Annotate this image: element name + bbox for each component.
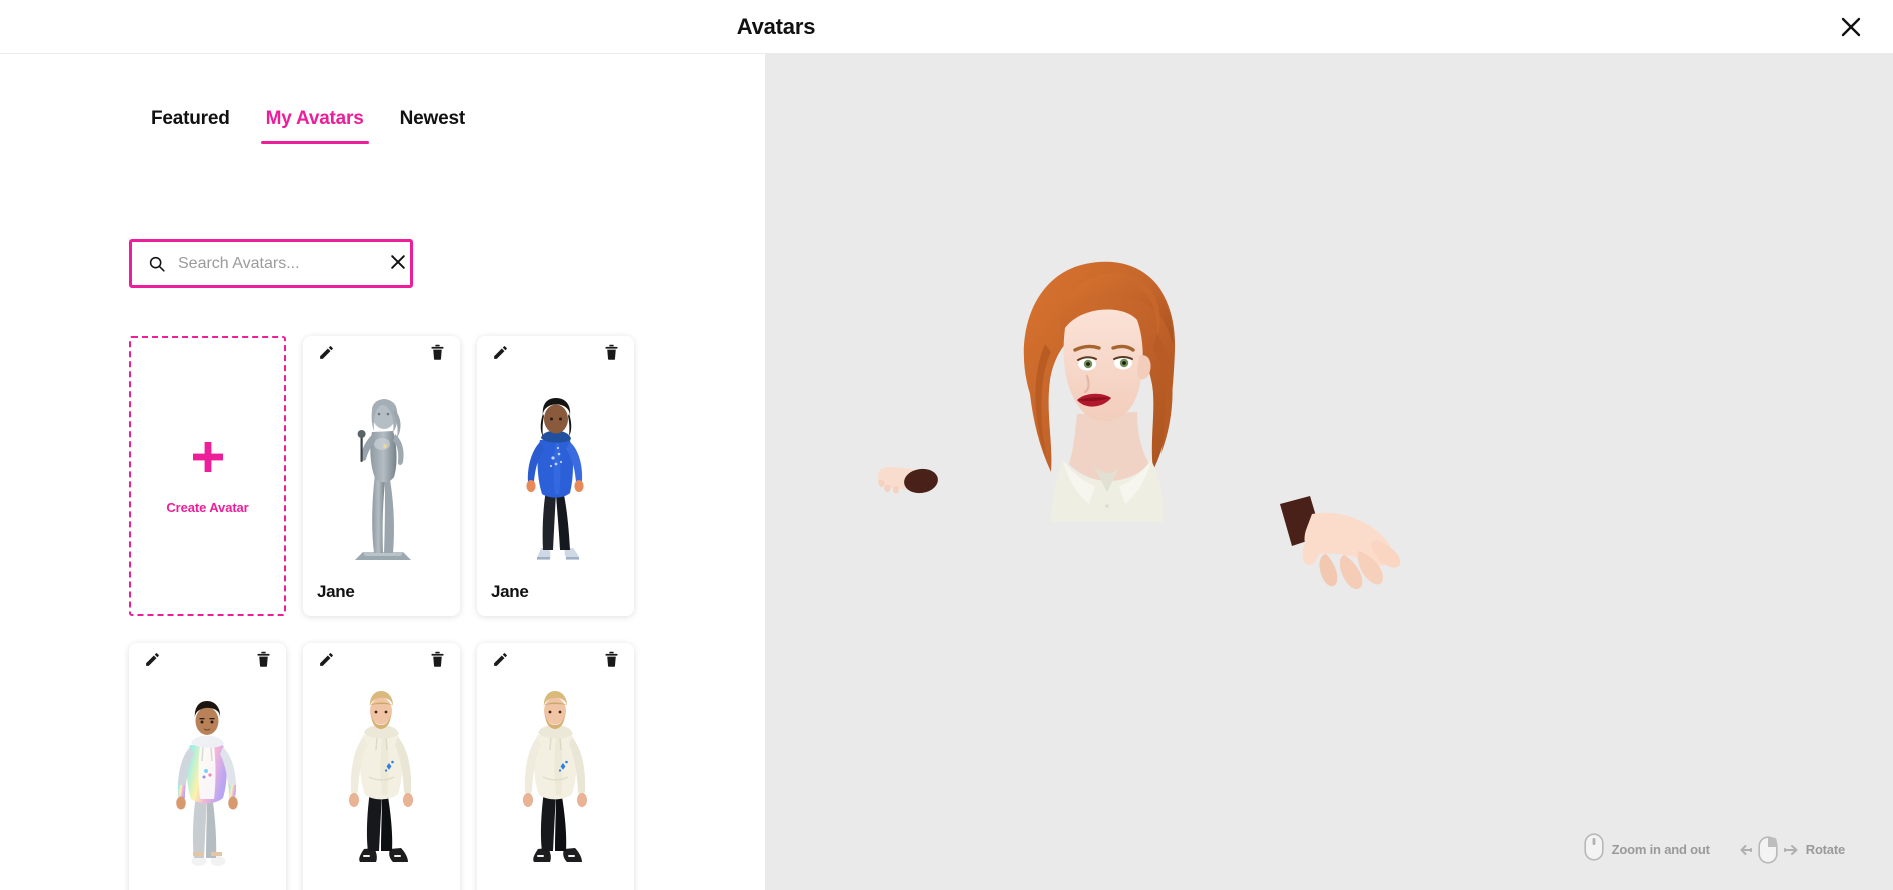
avatar-name: Jane xyxy=(491,582,529,601)
create-avatar-card[interactable]: Create Avatar xyxy=(129,336,286,616)
close-icon xyxy=(1839,15,1863,39)
trash-icon xyxy=(430,344,445,364)
avatar-figure-bluegirl xyxy=(525,398,584,560)
delete-avatar-button[interactable] xyxy=(601,651,621,671)
zoom-control-label: Zoom in and out xyxy=(1611,842,1710,857)
plus-icon xyxy=(189,438,227,483)
card-action-bar xyxy=(129,643,286,679)
avatar-name: Jane xyxy=(317,582,355,601)
avatar-hand-left xyxy=(877,467,938,494)
edit-avatar-button[interactable] xyxy=(142,651,162,671)
viewport-controls: Zoom in and out Rotate xyxy=(1584,833,1845,866)
zoom-control-hint: Zoom in and out xyxy=(1584,833,1710,866)
avatar-figure-cream xyxy=(522,691,587,862)
rotate-control-hint: Rotate xyxy=(1740,835,1845,864)
avatars-modal: Avatars Featured My Avatars Newest Searc… xyxy=(0,0,1893,890)
avatars-browser-panel: Featured My Avatars Newest Search Avatar… xyxy=(0,54,765,890)
edit-avatar-button[interactable] xyxy=(316,344,336,364)
search-bar[interactable] xyxy=(129,239,413,288)
card-action-bar xyxy=(477,336,634,372)
avatar-figure-statue xyxy=(354,399,411,560)
card-action-bar xyxy=(303,336,460,372)
avatar-name: full-body-0... xyxy=(477,875,634,890)
tab-my-avatars-label: My Avatars xyxy=(265,108,364,129)
search-icon xyxy=(146,253,168,275)
delete-avatar-button[interactable] xyxy=(427,651,447,671)
tab-newest-label: Newest xyxy=(399,108,466,129)
mouse-drag-icon xyxy=(1740,835,1798,864)
close-icon xyxy=(388,252,408,275)
avatar-hand-right xyxy=(1280,496,1401,590)
avatar-card[interactable]: Jane xyxy=(477,336,634,616)
avatar-3d-preview xyxy=(877,261,1401,590)
edit-avatar-button[interactable] xyxy=(490,344,510,364)
avatar-figure-rainbow xyxy=(175,701,238,866)
avatar-figure-cream xyxy=(348,691,413,862)
rotate-control-label: Rotate xyxy=(1805,842,1845,857)
search-clear-button[interactable] xyxy=(385,251,411,277)
pencil-icon xyxy=(144,651,161,671)
avatar-card[interactable]: Jane xyxy=(303,336,460,616)
delete-avatar-button[interactable] xyxy=(427,344,447,364)
avatar-grid: Create Avatar Jane Jane xyxy=(129,336,649,890)
close-button[interactable] xyxy=(1835,11,1867,43)
search-input[interactable] xyxy=(178,249,385,278)
tab-bar: Featured My Avatars Newest xyxy=(0,108,765,160)
tab-featured-label: Featured xyxy=(151,108,230,129)
edit-avatar-button[interactable] xyxy=(490,651,510,671)
avatar-card[interactable]: full-body-0... xyxy=(477,643,634,890)
avatar-card[interactable]: full-body-0... xyxy=(303,643,460,890)
avatar-head xyxy=(1023,261,1176,522)
create-avatar-label: Create Avatar xyxy=(166,499,249,515)
trash-icon xyxy=(604,344,619,364)
trash-icon xyxy=(430,651,445,671)
pencil-icon xyxy=(492,344,509,364)
mouse-scroll-icon xyxy=(1584,833,1604,866)
delete-avatar-button[interactable] xyxy=(601,344,621,364)
trash-icon xyxy=(604,651,619,671)
pencil-icon xyxy=(318,651,335,671)
edit-avatar-button[interactable] xyxy=(316,651,336,671)
card-action-bar xyxy=(303,643,460,679)
avatar-3d-viewport[interactable]: Zoom in and out Rotate xyxy=(765,54,1893,890)
delete-avatar-button[interactable] xyxy=(253,651,273,671)
pencil-icon xyxy=(492,651,509,671)
card-action-bar xyxy=(477,643,634,679)
pencil-icon xyxy=(318,344,335,364)
avatar-card[interactable]: My Avatar xyxy=(129,643,286,890)
page-title: Avatars xyxy=(736,14,816,39)
avatar-name: My Avatar xyxy=(129,875,286,890)
tab-featured[interactable]: Featured xyxy=(133,108,248,144)
avatar-name: full-body-0... xyxy=(303,875,460,890)
trash-icon xyxy=(256,651,271,671)
modal-header: Avatars xyxy=(0,0,1893,54)
tab-newest[interactable]: Newest xyxy=(382,108,483,144)
tab-my-avatars[interactable]: My Avatars xyxy=(248,108,382,144)
